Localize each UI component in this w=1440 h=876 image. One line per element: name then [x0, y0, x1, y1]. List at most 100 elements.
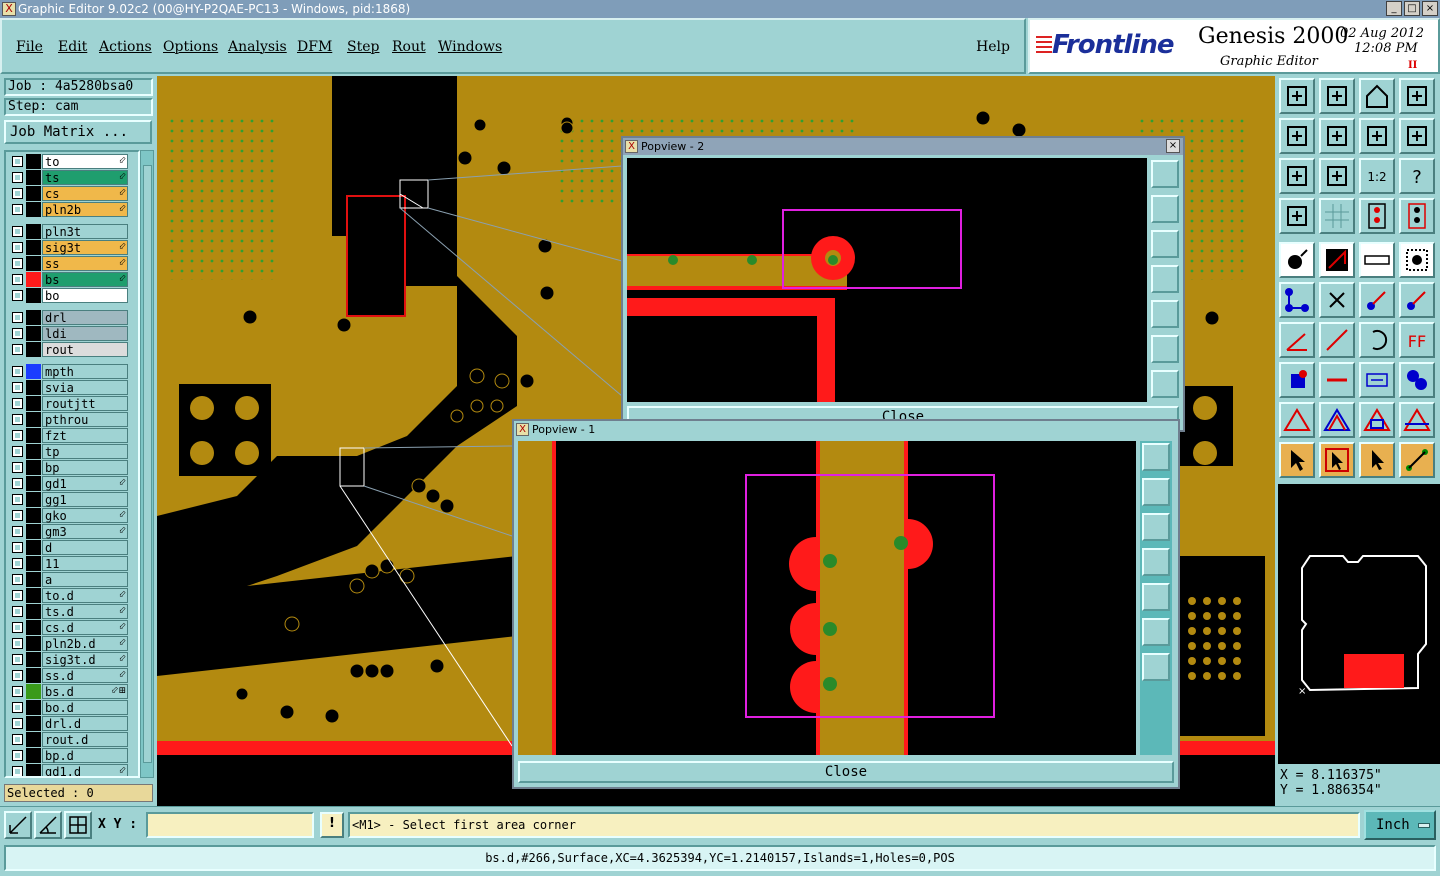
minimize-button[interactable]: _: [1386, 1, 1402, 16]
layer-row-ss[interactable]: ss ⬃: [8, 256, 130, 271]
layer-checkbox[interactable]: [12, 734, 23, 745]
layer-checkbox[interactable]: [12, 226, 23, 237]
layer-row-bp-d[interactable]: bp.d: [8, 748, 130, 763]
layer-row-fzt[interactable]: fzt: [8, 428, 130, 443]
menu-file[interactable]: File: [16, 39, 43, 55]
layer-name[interactable]: cs.d: [42, 620, 128, 635]
mirror-icon[interactable]: [1359, 118, 1395, 154]
layer-color-swatch[interactable]: [26, 652, 41, 667]
layer-checkbox[interactable]: [12, 702, 23, 713]
add-pad-icon[interactable]: [1359, 282, 1395, 318]
layer-checkbox[interactable]: [12, 542, 23, 553]
layer-name[interactable]: drl: [42, 310, 128, 325]
layer-color-swatch[interactable]: [26, 476, 41, 491]
layer-color-swatch[interactable]: [26, 636, 41, 651]
layer-row-svia[interactable]: svia: [8, 380, 130, 395]
layer-name[interactable]: gd1: [42, 476, 128, 491]
pan-right-icon[interactable]: [1142, 583, 1170, 611]
layer-checkbox[interactable]: [12, 686, 23, 697]
layer-checkbox[interactable]: [12, 398, 23, 409]
layer-name[interactable]: ts.d: [42, 604, 128, 619]
layer-color-swatch[interactable]: [26, 620, 41, 635]
cross-icon[interactable]: [1319, 282, 1355, 318]
layer-color-swatch[interactable]: [26, 364, 41, 379]
layer-row-bp[interactable]: bp: [8, 460, 130, 475]
triangle-icon[interactable]: [1279, 402, 1315, 438]
zoom-in-icon[interactable]: [1142, 478, 1170, 506]
center-icon[interactable]: [1151, 370, 1179, 398]
layer-row-gd1-d[interactable]: gd1.d ⬃: [8, 764, 130, 776]
pan-right-icon[interactable]: [1319, 118, 1355, 154]
popview-2-close-icon[interactable]: ×: [1166, 139, 1180, 153]
fit-icon[interactable]: [1279, 158, 1315, 194]
layer-row-ss-d[interactable]: ss.d ⬃: [8, 668, 130, 683]
layer-checkbox[interactable]: [12, 558, 23, 569]
layer-name[interactable]: gm3: [42, 524, 128, 539]
layer-checkbox[interactable]: [12, 606, 23, 617]
layer-name[interactable]: sig3t.d: [42, 652, 128, 667]
layer-checkbox[interactable]: [12, 510, 23, 521]
triangle-a-icon[interactable]: [1319, 402, 1355, 438]
layer-row-11[interactable]: 11: [8, 556, 130, 571]
select-point-icon[interactable]: [1279, 242, 1315, 278]
layer-checkbox[interactable]: [12, 290, 23, 301]
layer-name[interactable]: gg1: [42, 492, 128, 507]
ratio-label-icon[interactable]: 1:2: [1359, 158, 1395, 194]
job-matrix-button[interactable]: Job Matrix ...: [4, 120, 152, 144]
layer-color-swatch[interactable]: [26, 764, 41, 776]
layer-name[interactable]: rout: [42, 342, 128, 357]
layer-checkbox[interactable]: [12, 494, 23, 505]
add-line-icon[interactable]: [1399, 282, 1435, 318]
layer-row-d[interactable]: d: [8, 540, 130, 555]
info-button[interactable]: !: [320, 812, 344, 838]
maximize-button[interactable]: □: [1404, 1, 1420, 16]
layer-name[interactable]: ss: [42, 256, 128, 271]
layer-color-swatch[interactable]: [26, 444, 41, 459]
popview-1-viewport[interactable]: [518, 441, 1136, 755]
layer-row-rout-d[interactable]: rout.d: [8, 732, 130, 747]
layer-name[interactable]: tp: [42, 444, 128, 459]
angle-snap-icon[interactable]: [34, 811, 62, 839]
menu-actions[interactable]: Actions: [99, 39, 152, 55]
layer-color-swatch[interactable]: [26, 732, 41, 747]
zoom-in-icon[interactable]: [1319, 78, 1355, 114]
layer-name[interactable]: drl.d: [42, 716, 128, 731]
layer-row-pln3t[interactable]: pln3t: [8, 224, 130, 239]
layer-name[interactable]: svia: [42, 380, 128, 395]
menu-rout[interactable]: Rout: [392, 39, 426, 55]
ff-icon[interactable]: FF: [1399, 322, 1435, 358]
menu-edit[interactable]: Edit: [58, 39, 87, 55]
layer-checkbox[interactable]: [12, 766, 23, 776]
layer-name[interactable]: bp: [42, 460, 128, 475]
layer-checkbox[interactable]: [12, 590, 23, 601]
zoom-out-icon[interactable]: [1151, 230, 1179, 258]
layer-color-swatch[interactable]: [26, 572, 41, 587]
menu-dfm[interactable]: DFM: [297, 39, 332, 55]
dotted-square-icon[interactable]: [1399, 242, 1435, 278]
layer-name[interactable]: pln2b: [42, 202, 128, 217]
layer-checkbox[interactable]: [12, 274, 23, 285]
layer-row-to[interactable]: to ⬃: [8, 154, 130, 169]
layers-stack-red-icon[interactable]: [1399, 198, 1435, 234]
measure-icon[interactable]: [1279, 198, 1315, 234]
layer-color-swatch[interactable]: [26, 428, 41, 443]
grid-icon[interactable]: [1319, 198, 1355, 234]
popview-2-viewport[interactable]: [627, 158, 1147, 402]
layer-row-mpth[interactable]: mpth: [8, 364, 130, 379]
layer-color-swatch[interactable]: [26, 524, 41, 539]
layer-row-routjtt[interactable]: routjtt: [8, 396, 130, 411]
layer-color-swatch[interactable]: [26, 342, 41, 357]
layer-checkbox[interactable]: [12, 654, 23, 665]
layer-name[interactable]: to: [42, 154, 128, 169]
menu-step[interactable]: Step: [347, 39, 379, 55]
layer-name[interactable]: fzt: [42, 428, 128, 443]
pan-right-icon[interactable]: [1151, 300, 1179, 328]
help-icon[interactable]: ?: [1399, 158, 1435, 194]
snap-mode-icon[interactable]: [4, 811, 32, 839]
layer-checkbox[interactable]: [12, 638, 23, 649]
ruler-icon[interactable]: [1359, 242, 1395, 278]
layer-color-swatch[interactable]: [26, 540, 41, 555]
layer-checkbox[interactable]: [12, 344, 23, 355]
node-icon[interactable]: [1279, 362, 1315, 398]
layer-color-swatch[interactable]: [26, 556, 41, 571]
